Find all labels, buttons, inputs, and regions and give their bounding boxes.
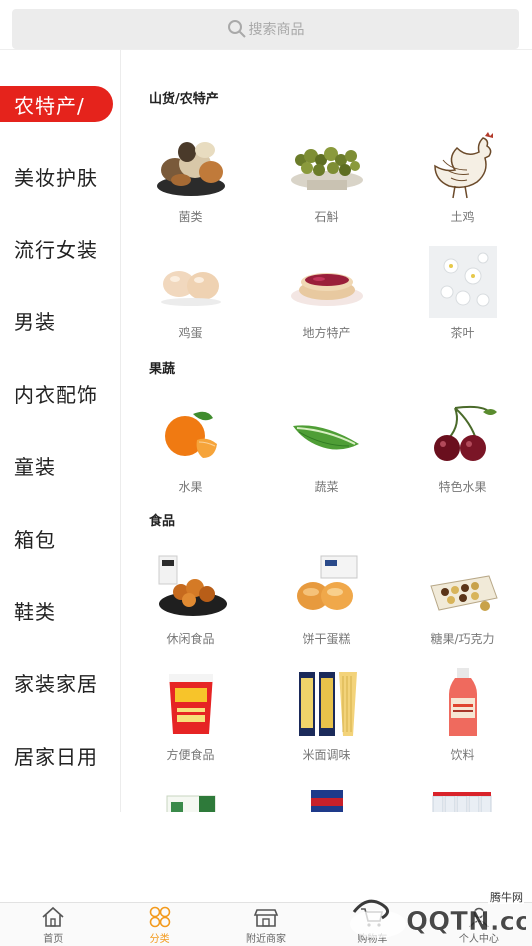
sidebar-item-agri[interactable]: 农特产/ bbox=[0, 86, 113, 122]
category-item-label: 茶叶 bbox=[450, 326, 475, 340]
sidebar-item-home-deco[interactable]: 家装家居 bbox=[0, 662, 121, 702]
section-title-agri: 山货/农特产 bbox=[149, 92, 219, 107]
egg-icon bbox=[160, 271, 221, 306]
category-item-label: 土鸡 bbox=[450, 210, 475, 224]
box-product-icon bbox=[166, 795, 215, 812]
category-item-label: 饮料 bbox=[450, 748, 475, 762]
search-icon bbox=[227, 20, 246, 38]
sidebar-item-underwear[interactable]: 内衣配饰 bbox=[0, 373, 121, 413]
orange-icon bbox=[164, 411, 217, 458]
sidebar-item-beauty[interactable]: 美妆护肤 bbox=[0, 156, 121, 196]
cake-icon bbox=[296, 555, 357, 610]
category-item-drink[interactable]: 饮料 bbox=[394, 668, 531, 763]
sidebar-item-daily[interactable]: 居家日用 bbox=[0, 735, 121, 775]
category-item-label: 地方特产 bbox=[302, 326, 351, 340]
category-item-fruit[interactable]: 水果 bbox=[122, 400, 259, 495]
category-item-label: 石斛 bbox=[314, 210, 339, 224]
lettuce-icon bbox=[292, 425, 359, 450]
svg-text:腾牛网: 腾牛网 bbox=[490, 890, 523, 904]
pasta-icon bbox=[298, 672, 357, 736]
category-item-snack[interactable]: 休闲食品 bbox=[122, 552, 259, 647]
category-item-label: 饼干蛋糕 bbox=[302, 632, 351, 646]
category-item-grain[interactable]: 米面调味 bbox=[258, 668, 395, 763]
home-icon bbox=[42, 906, 64, 927]
category-item-partial-1[interactable] bbox=[122, 786, 259, 812]
pastry-icon bbox=[290, 273, 363, 306]
category-item-cake[interactable]: 饼干蛋糕 bbox=[258, 552, 395, 647]
tea-flower-icon bbox=[428, 246, 497, 318]
watermark-logo: QQTN.com 腾牛网 bbox=[350, 888, 526, 938]
category-item-label: 菌类 bbox=[178, 210, 203, 224]
category-item-label: 休闲食品 bbox=[166, 632, 215, 646]
drink-bottle-icon bbox=[448, 668, 477, 736]
sidebar-item-women[interactable]: 流行女装 bbox=[0, 228, 121, 268]
tab-category[interactable]: 分类 bbox=[106, 903, 212, 946]
category-item-label: 鸡蛋 bbox=[178, 326, 203, 340]
category-item-egg[interactable]: 鸡蛋 bbox=[122, 246, 259, 341]
category-item-label: 水果 bbox=[178, 480, 203, 494]
section-title-food: 食品 bbox=[149, 514, 176, 529]
chocolate-icon bbox=[429, 575, 498, 611]
cherry-icon bbox=[433, 405, 497, 461]
chicken-icon bbox=[433, 132, 493, 199]
svg-text:QQTN.com: QQTN.com bbox=[406, 907, 526, 937]
category-item-mushroom[interactable]: 菌类 bbox=[122, 130, 259, 225]
sidebar-item-kids[interactable]: 童装 bbox=[0, 445, 121, 485]
category-item-label: 米面调味 bbox=[302, 748, 351, 762]
shop-icon bbox=[253, 909, 279, 927]
tab-label: 附近商家 bbox=[246, 934, 287, 945]
category-item-vegetable[interactable]: 蔬菜 bbox=[258, 400, 395, 495]
category-item-label: 方便食品 bbox=[166, 748, 215, 762]
sidebar-item-bags[interactable]: 箱包 bbox=[0, 518, 121, 558]
category-item-candy[interactable]: 糖果/巧克力 bbox=[394, 552, 531, 647]
search-bar: 搜索商品 bbox=[0, 0, 532, 50]
category-item-instant[interactable]: 方便食品 bbox=[122, 668, 259, 763]
sidebar-item-shoes[interactable]: 鞋类 bbox=[0, 590, 121, 630]
category-sidebar: 农特产/ 美妆护肤 流行女装 男装 内衣配饰 童装 箱包 鞋类 家装家居 居家日… bbox=[0, 50, 121, 812]
sidebar-item-men[interactable]: 男装 bbox=[0, 300, 121, 340]
tab-nearby-shops[interactable]: 附近商家 bbox=[213, 903, 319, 946]
search-placeholder: 搜索商品 bbox=[248, 22, 305, 38]
cup-noodle-icon bbox=[168, 674, 213, 734]
tab-label: 首页 bbox=[43, 934, 64, 945]
water-bottles-icon bbox=[432, 792, 491, 812]
category-item-dendrobium[interactable]: 石斛 bbox=[258, 130, 395, 225]
snack-icon bbox=[158, 555, 227, 616]
category-item-tea[interactable]: 茶叶 bbox=[394, 246, 531, 341]
category-item-local-specialty[interactable]: 地方特产 bbox=[258, 246, 395, 341]
category-content: 山货/农特产 菌类 石斛 土鸡 鸡蛋 地方特产 茶叶 果蔬 水果 蔬菜 特色水果… bbox=[122, 50, 532, 812]
category-item-partial-2[interactable] bbox=[258, 786, 395, 812]
category-item-label: 特色水果 bbox=[438, 480, 487, 494]
category-item-special-fruit[interactable]: 特色水果 bbox=[394, 400, 531, 495]
can-product-icon bbox=[310, 790, 343, 812]
tab-home[interactable]: 首页 bbox=[0, 903, 106, 946]
mushroom-icon bbox=[156, 142, 225, 196]
category-item-label: 糖果/巧克力 bbox=[430, 632, 495, 646]
search-input[interactable]: 搜索商品 bbox=[12, 9, 519, 49]
section-title-fruit-veg: 果蔬 bbox=[149, 362, 176, 377]
dendrobium-icon bbox=[290, 147, 363, 190]
category-item-partial-3[interactable] bbox=[394, 786, 531, 812]
category-item-label: 蔬菜 bbox=[314, 480, 339, 494]
tab-label: 分类 bbox=[149, 934, 170, 945]
category-icon bbox=[149, 906, 170, 928]
category-item-chicken[interactable]: 土鸡 bbox=[394, 130, 531, 225]
